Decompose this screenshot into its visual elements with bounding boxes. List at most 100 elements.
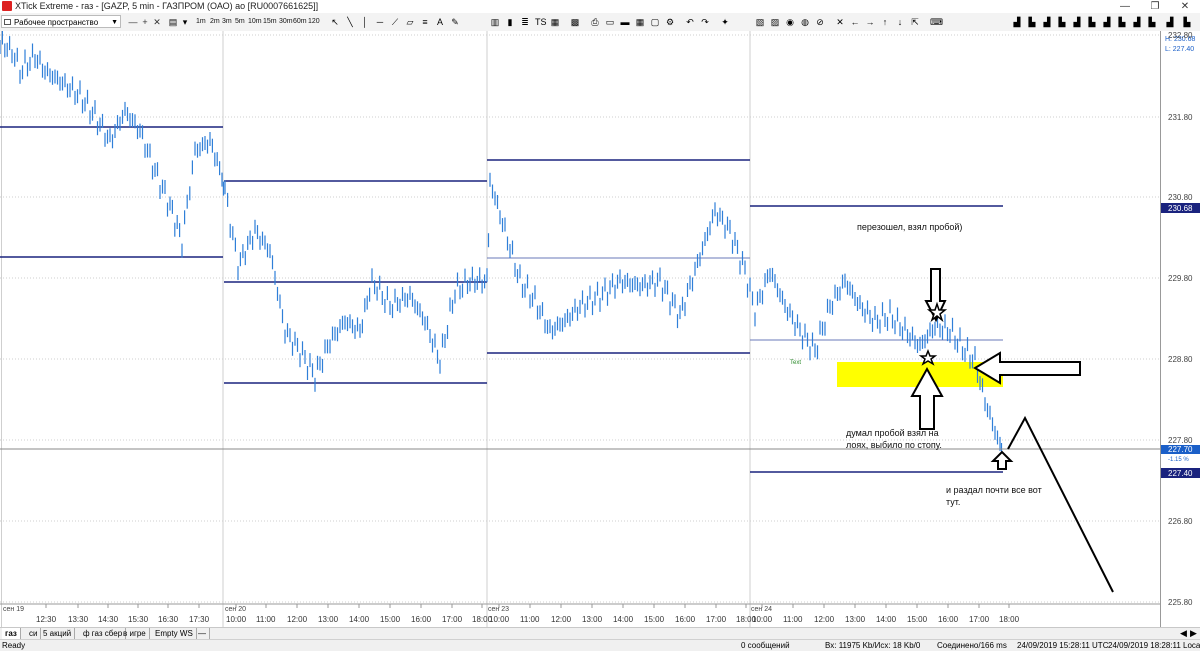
table-icon[interactable]: ▩ bbox=[570, 17, 580, 27]
timeframe-2m-button[interactable]: 2m bbox=[210, 16, 220, 28]
price-tick-label: 230.80 bbox=[1168, 193, 1193, 202]
settings-icon[interactable]: ⚙ bbox=[665, 17, 675, 27]
chart-layout-9-icon[interactable]: ▟ bbox=[1132, 17, 1142, 27]
bar-chart-icon[interactable]: ▥ bbox=[490, 17, 500, 27]
workspace-label: Рабочее пространство bbox=[14, 18, 99, 27]
time-label: 10:00 bbox=[226, 615, 247, 624]
pen-tool-icon[interactable]: ✎ bbox=[450, 17, 460, 27]
indicator-icon[interactable]: ▧ bbox=[755, 17, 765, 27]
time-label: 13:30 bbox=[68, 615, 89, 624]
grid-icon[interactable]: ▦ bbox=[635, 17, 645, 27]
redo-icon[interactable]: ↷ bbox=[700, 17, 710, 27]
price-tick-label: 231.80 bbox=[1168, 113, 1193, 122]
text-tool-icon[interactable]: A bbox=[435, 17, 445, 27]
ray-tool-icon[interactable]: ⟋ bbox=[390, 17, 400, 27]
print-icon[interactable]: ⎙ bbox=[590, 17, 600, 27]
text-marker: Text bbox=[790, 360, 801, 366]
chart-type-icon[interactable]: ▤ bbox=[168, 17, 178, 27]
lock-icon[interactable]: ▢ bbox=[650, 17, 660, 27]
arrow-down-icon[interactable]: ↓ bbox=[895, 17, 905, 27]
day-label: сен 19 bbox=[3, 606, 24, 613]
chart-layout-4-icon[interactable]: ▙ bbox=[1057, 17, 1067, 27]
book-icon[interactable]: ▭ bbox=[605, 17, 615, 27]
timeframe-3m-button[interactable]: 3m bbox=[222, 16, 232, 28]
bulb-icon[interactable]: ✦ bbox=[720, 17, 730, 27]
vertical-line-icon[interactable]: │ bbox=[360, 17, 370, 27]
chart-layout-11-icon[interactable]: ▟ bbox=[1165, 17, 1175, 27]
annotation-breakout: перезошел, взял пробой) bbox=[857, 222, 962, 232]
workspace-dropdown[interactable]: Рабочее пространство ▼ bbox=[1, 15, 121, 28]
line-tool-icon[interactable]: ╲ bbox=[345, 17, 355, 27]
alert-icon[interactable]: ◉ bbox=[785, 17, 795, 27]
maximize-button[interactable]: ❐ bbox=[1140, 0, 1170, 13]
annotation-giveback-line1: и раздал почти все вот bbox=[946, 485, 1042, 495]
current-price-badge: 227.70 bbox=[1168, 445, 1193, 454]
timeframe-10m-button[interactable]: 10m bbox=[248, 16, 262, 28]
timeframe-1m-button[interactable]: 1m bbox=[196, 16, 206, 28]
ts-tool-icon[interactable]: TS bbox=[535, 17, 547, 27]
forecast-line-drawing bbox=[1007, 415, 1114, 593]
chart-layout-6-icon[interactable]: ▙ bbox=[1087, 17, 1097, 27]
price-chart[interactable]: Text перезошел, взял пробой) думал пробо… bbox=[0, 30, 1160, 628]
time-label: 14:00 bbox=[349, 615, 370, 624]
minimize-button[interactable]: — bbox=[1110, 0, 1140, 13]
chart-layout-2-icon[interactable]: ▙ bbox=[1027, 17, 1037, 27]
time-label: 18:00 bbox=[999, 615, 1020, 624]
chart-layout-10-icon[interactable]: ▙ bbox=[1147, 17, 1157, 27]
horizontal-line-icon[interactable]: ─ bbox=[375, 17, 385, 27]
ladder-icon[interactable]: ▦ bbox=[550, 17, 560, 27]
time-label: 17:00 bbox=[442, 615, 463, 624]
tab-gaz[interactable]: газ bbox=[2, 628, 21, 639]
app-logo-icon bbox=[2, 1, 12, 11]
add-workspace-icon[interactable]: + bbox=[140, 16, 150, 28]
time-label: 12:00 bbox=[551, 615, 572, 624]
trades-tool-icon[interactable]: ≣ bbox=[520, 17, 530, 27]
status-utc-time: 24/09/2019 15:28:11 UTC bbox=[1017, 641, 1109, 650]
keyboard-icon[interactable]: ⌨ bbox=[930, 17, 943, 27]
stop-icon[interactable]: ⊘ bbox=[815, 17, 825, 27]
time-label: 14:00 bbox=[876, 615, 897, 624]
chart-layout-3-icon[interactable]: ▟ bbox=[1042, 17, 1052, 27]
chart-layout-8-icon[interactable]: ▙ bbox=[1117, 17, 1127, 27]
arrow-left-icon[interactable]: ← bbox=[850, 17, 860, 27]
chart-panel[interactable]: Text перезошел, взял пробой) думал пробо… bbox=[0, 30, 1160, 628]
close-workspace-icon[interactable]: ✕ bbox=[152, 16, 162, 28]
time-label: 11:00 bbox=[520, 615, 540, 624]
scroll-right-icon[interactable]: ▶ bbox=[1190, 628, 1197, 639]
timeframe-60m-button[interactable]: 60m bbox=[293, 16, 307, 28]
tab-minimize[interactable]: — bbox=[195, 628, 210, 639]
time-label: 16:30 bbox=[158, 615, 179, 624]
candle-chart-icon[interactable]: ▮ bbox=[505, 17, 515, 27]
timeframe-30m-button[interactable]: 30m bbox=[279, 16, 293, 28]
timeframe-15m-button[interactable]: 15m bbox=[263, 16, 277, 28]
time-label: 15:00 bbox=[644, 615, 665, 624]
fibonacci-icon[interactable]: ≡ bbox=[420, 17, 430, 27]
minimize-workspace-icon[interactable]: — bbox=[128, 16, 138, 28]
close-button[interactable]: ✕ bbox=[1170, 0, 1200, 13]
arrow-right-icon[interactable]: → bbox=[865, 17, 875, 27]
status-traffic: Вх: 11975 Kb/Исх: 18 Kb/0 bbox=[825, 641, 921, 650]
price-tick-label: 226.80 bbox=[1168, 517, 1193, 526]
chevron-down-icon[interactable]: ▾ bbox=[180, 17, 190, 27]
chart-layout-7-icon[interactable]: ▟ bbox=[1102, 17, 1112, 27]
chart-layout-12-icon[interactable]: ▙ bbox=[1182, 17, 1192, 27]
price-axis[interactable]: H: 230.68 L: 227.40 232.80 231.80 230.80 22… bbox=[1160, 31, 1200, 628]
indicator-add-icon[interactable]: ▨ bbox=[770, 17, 780, 27]
channel-tool-icon[interactable]: ▱ bbox=[405, 17, 415, 27]
arrow-up-icon[interactable]: ↑ bbox=[880, 17, 890, 27]
status-bar: Ready 0 сообщений Вх: 11975 Kb/Исх: 18 K… bbox=[0, 639, 1200, 651]
timeframe-5m-button[interactable]: 5m bbox=[235, 16, 245, 28]
tab-5-stocks[interactable]: 5 акций bbox=[40, 628, 76, 639]
tab-empty-ws[interactable]: Empty WS bbox=[152, 628, 197, 639]
timeframe-120-button[interactable]: 120 bbox=[308, 16, 320, 28]
alert-edit-icon[interactable]: ◍ bbox=[800, 17, 810, 27]
folder-icon[interactable]: ▬ bbox=[620, 17, 630, 27]
chart-layout-5-icon[interactable]: ▟ bbox=[1072, 17, 1082, 27]
delete-icon[interactable]: ✕ bbox=[835, 17, 845, 27]
tab-in-game[interactable]: в игре bbox=[120, 628, 150, 639]
chart-layout-1-icon[interactable]: ▟ bbox=[1012, 17, 1022, 27]
cursor-icon[interactable]: ↖ bbox=[330, 17, 340, 27]
zoom-in-icon[interactable]: ⇱ bbox=[910, 17, 920, 27]
undo-icon[interactable]: ↶ bbox=[685, 17, 695, 27]
scroll-left-icon[interactable]: ◀ bbox=[1180, 628, 1187, 639]
